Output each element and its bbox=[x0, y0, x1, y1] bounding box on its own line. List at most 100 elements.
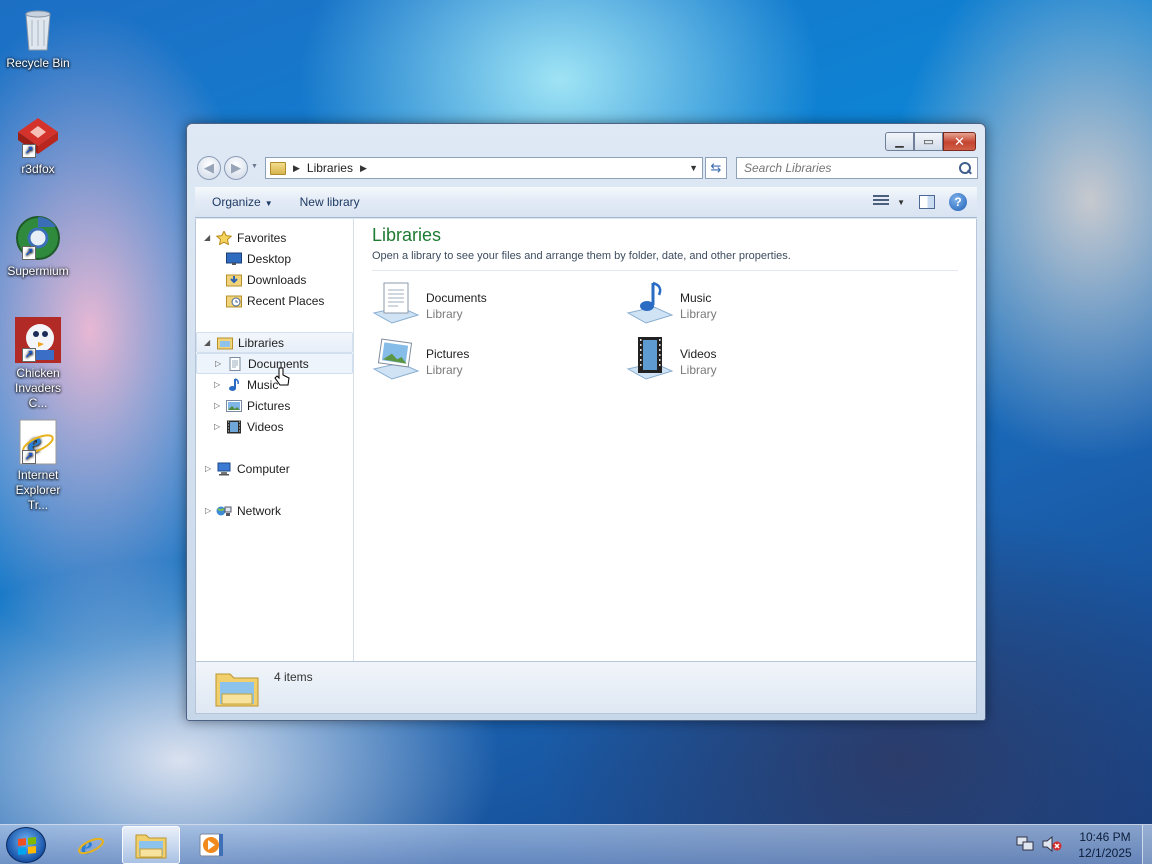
collapsed-arrow-icon[interactable]: ▷ bbox=[205, 506, 211, 515]
nav-item-label: Libraries bbox=[238, 335, 285, 350]
desktop-icon-label: Supermium bbox=[7, 264, 69, 278]
minimize-button[interactable]: ▁ bbox=[885, 132, 914, 151]
desktop-icon-chicken-invaders[interactable]: ↗ Chicken Invaders C... bbox=[4, 316, 72, 411]
libraries-icon bbox=[217, 336, 233, 350]
library-type: Library bbox=[426, 363, 463, 377]
taskbar-internet-explorer[interactable]: e bbox=[62, 826, 120, 864]
nav-item-label: Network bbox=[237, 503, 282, 518]
close-button[interactable]: ✕ bbox=[943, 132, 976, 151]
desktop-icon-label: Chicken Invaders C... bbox=[14, 366, 62, 410]
refresh-button[interactable]: ⇆ bbox=[705, 157, 727, 179]
library-type: Library bbox=[426, 307, 463, 321]
collapsed-arrow-icon[interactable]: ▷ bbox=[215, 359, 221, 368]
address-dropdown-icon[interactable]: ▼ bbox=[689, 163, 698, 173]
supermium-icon: ↗ bbox=[14, 214, 62, 262]
nav-item-videos[interactable]: ▷ Videos bbox=[196, 416, 353, 437]
view-options-icon bbox=[873, 195, 890, 209]
refresh-icon: ⇆ bbox=[710, 160, 722, 175]
library-name: Documents bbox=[426, 291, 487, 305]
forward-arrow-icon: ▶ bbox=[231, 160, 241, 175]
desktop-icon-recycle-bin[interactable]: Recycle Bin bbox=[4, 6, 72, 71]
collapsed-arrow-icon[interactable]: ▷ bbox=[214, 380, 220, 389]
notification-area: 10:46 PM 12/1/2025 bbox=[1016, 825, 1152, 864]
pictures-icon bbox=[226, 399, 242, 413]
shortcut-arrow-icon: ↗ bbox=[22, 144, 36, 158]
music-library-icon bbox=[626, 279, 674, 327]
clock-time: 10:46 PM bbox=[1079, 830, 1131, 844]
navigation-bar: ◀ ▶ ▼ ▶ Libraries ▶ ▼ ⇆ bbox=[195, 155, 978, 181]
shortcut-arrow-icon: ↗ bbox=[22, 246, 36, 260]
new-library-button[interactable]: New library bbox=[290, 190, 370, 214]
documents-library-icon bbox=[372, 279, 420, 327]
collapsed-arrow-icon[interactable]: ▷ bbox=[214, 401, 220, 410]
library-name: Videos bbox=[680, 347, 717, 361]
libraries-view: Libraries Open a library to see your fil… bbox=[274, 219, 976, 661]
desktop-icon-label: Recycle Bin bbox=[6, 56, 70, 70]
nav-item-label: Favorites bbox=[237, 230, 287, 245]
nav-item-computer[interactable]: ▷ Computer bbox=[196, 458, 353, 479]
explorer-window: ▁ ▭ ✕ ◀ ▶ ▼ ▶ Libraries ▶ ▼ ⇆ Organize▼ … bbox=[186, 123, 986, 721]
search-box[interactable] bbox=[736, 157, 978, 179]
library-item-documents[interactable]: Documents Library bbox=[372, 279, 592, 331]
breadcrumb-separator-icon[interactable]: ▶ bbox=[293, 163, 300, 174]
collapsed-arrow-icon[interactable]: ▷ bbox=[214, 422, 220, 431]
page-title: Libraries bbox=[372, 225, 442, 245]
collapsed-arrow-icon[interactable]: ▷ bbox=[205, 464, 211, 473]
system-clock[interactable]: 10:46 PM 12/1/2025 bbox=[1068, 829, 1142, 861]
navigation-pane: ◢ Favorites Desktop Downloads Recent Pla… bbox=[196, 219, 354, 661]
volume-muted-icon[interactable] bbox=[1042, 835, 1064, 854]
back-button[interactable]: ◀ bbox=[197, 156, 221, 180]
folder-icon bbox=[135, 834, 167, 859]
change-view-button[interactable]: ▼ bbox=[873, 195, 905, 209]
network-status-icon[interactable] bbox=[1016, 836, 1038, 854]
show-desktop-button[interactable] bbox=[1142, 825, 1152, 864]
videos-icon bbox=[226, 420, 242, 434]
desktop-icon-supermium[interactable]: ↗ Supermium bbox=[4, 214, 72, 279]
organize-button[interactable]: Organize ▼ bbox=[202, 190, 283, 214]
maximize-button[interactable]: ▭ bbox=[914, 132, 943, 151]
page-description: Open a library to see your files and arr… bbox=[372, 250, 958, 271]
nav-item-network[interactable]: ▷ Network bbox=[196, 500, 353, 521]
expanded-arrow-icon[interactable]: ◢ bbox=[204, 233, 210, 242]
pictures-library-icon bbox=[372, 335, 420, 383]
details-pane: 4 items bbox=[195, 662, 977, 714]
item-count: 4 items bbox=[274, 670, 313, 684]
desktop-icon-r3dfox[interactable]: ↗ r3dfox bbox=[4, 112, 72, 177]
breadcrumb-separator-icon[interactable]: ▶ bbox=[360, 163, 367, 174]
computer-icon bbox=[216, 462, 232, 476]
nav-item-label: Recent Places bbox=[247, 293, 325, 308]
network-icon bbox=[216, 504, 232, 518]
library-item-pictures[interactable]: Pictures Library bbox=[372, 335, 592, 387]
library-item-videos[interactable]: Videos Library bbox=[626, 335, 846, 387]
close-icon: ✕ bbox=[954, 133, 965, 149]
expanded-arrow-icon[interactable]: ◢ bbox=[204, 338, 210, 347]
address-bar[interactable]: ▶ Libraries ▶ ▼ bbox=[265, 157, 703, 179]
taskbar-media-player[interactable] bbox=[182, 826, 240, 864]
command-bar: Organize ▼ New library ▼ ? bbox=[195, 187, 977, 218]
nav-item-label: Pictures bbox=[247, 398, 291, 413]
preview-pane-icon[interactable] bbox=[919, 195, 935, 209]
search-input[interactable] bbox=[744, 161, 944, 175]
library-item-music[interactable]: Music Library bbox=[626, 279, 846, 331]
nav-item-label: Videos bbox=[247, 419, 284, 434]
nav-item-downloads[interactable]: Downloads bbox=[196, 269, 353, 290]
taskbar-windows-explorer[interactable] bbox=[122, 826, 180, 864]
nav-item-desktop[interactable]: Desktop bbox=[196, 248, 353, 269]
taskbar: e 10:46 PM 12/1/2025 bbox=[0, 824, 1152, 864]
search-icon[interactable] bbox=[959, 161, 972, 175]
library-name: Music bbox=[680, 291, 712, 305]
start-button[interactable] bbox=[6, 827, 46, 863]
nav-item-favorites[interactable]: ◢ Favorites bbox=[196, 227, 353, 248]
hand-cursor-icon bbox=[274, 367, 290, 386]
nav-item-libraries[interactable]: ◢ Libraries bbox=[196, 332, 353, 353]
libraries-folder-icon bbox=[214, 668, 260, 708]
nav-item-recent-places[interactable]: Recent Places bbox=[196, 290, 353, 311]
nav-item-label: Desktop bbox=[247, 251, 292, 266]
recent-pages-dropdown[interactable]: ▼ bbox=[251, 163, 258, 170]
desktop-icon-internet-explorer[interactable]: e ↗ Internet Explorer Tr... bbox=[4, 418, 72, 513]
nav-item-pictures[interactable]: ▷ Pictures bbox=[196, 395, 353, 416]
help-icon[interactable]: ? bbox=[949, 193, 967, 211]
forward-button[interactable]: ▶ bbox=[224, 156, 248, 180]
breadcrumb-libraries[interactable]: Libraries bbox=[307, 161, 353, 175]
nav-item-label: Downloads bbox=[247, 272, 307, 287]
